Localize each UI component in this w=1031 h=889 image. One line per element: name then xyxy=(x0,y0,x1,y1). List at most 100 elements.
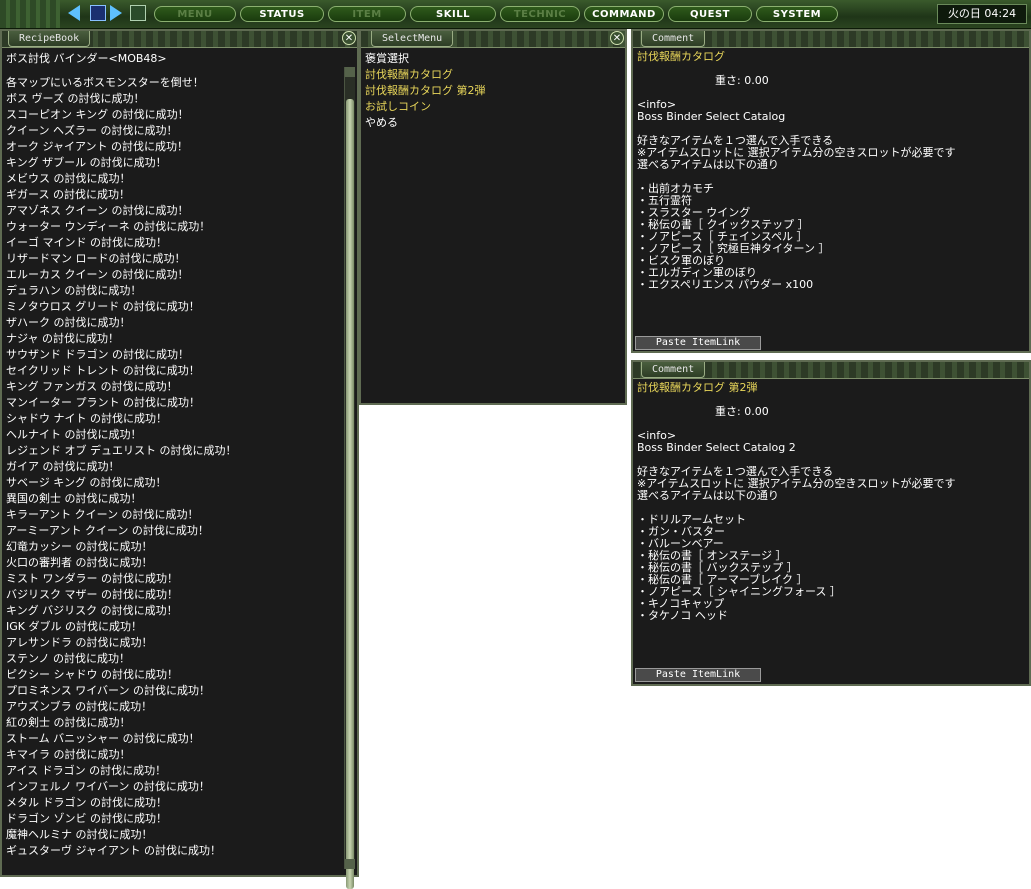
recipe-book-titlebar[interactable]: RecipeBook ✕ xyxy=(2,31,357,48)
skill-button[interactable]: SKILL xyxy=(410,6,496,22)
recipe-entry: マンイーター プラント の討伐に成功！ xyxy=(6,396,200,409)
recipe-entry: ナジャ の討伐に成功！ xyxy=(6,332,119,345)
recipe-book-window: RecipeBook ✕ ボス討伐 バインダー<MOB48> 各マップにいるボス… xyxy=(0,29,359,889)
select-menu-window: SelectMenu ✕ 褒賞選択 討伐報酬カタログ 討伐報酬カタログ 第2弾 お試… xyxy=(359,29,627,405)
select-options: 討伐報酬カタログ 討伐報酬カタログ 第2弾 お試しコイン やめる xyxy=(365,67,621,131)
description-line: 選べるアイテムは以下の通り xyxy=(637,489,779,502)
scroll-up-icon[interactable] xyxy=(345,67,355,77)
select-option[interactable]: 討伐報酬カタログ 第2弾 xyxy=(365,83,621,99)
item-subtitle: Boss Binder Select Catalog xyxy=(637,110,786,123)
item-choice-list: ・出前オカモチ ・五行霊符 ・スラスター ウイング ・秘伝の書［ クイックステップ ］… xyxy=(637,183,1025,291)
recipe-entry: キラーアント クイーン の討伐に成功！ xyxy=(6,508,199,521)
description-line: 選べるアイテムは以下の通り xyxy=(637,158,779,171)
menubar-decoration xyxy=(0,0,60,28)
arrow-left-icon[interactable] xyxy=(68,5,80,21)
recipe-entry: 紅の剣士 の討伐に成功！ xyxy=(6,716,131,729)
recipe-entry: ステンノ の討伐に成功！ xyxy=(6,652,130,665)
item-weight: 重さ: 0.00 xyxy=(715,74,769,87)
comment-2-titlebar[interactable]: Comment xyxy=(633,362,1029,379)
status-button[interactable]: STATUS xyxy=(240,6,324,22)
select-option[interactable]: お試しコイン xyxy=(365,99,621,115)
recipe-book-content: ボス討伐 バインダー<MOB48> 各マップにいるボスモンスターを倒せ！ ボス ヴ… xyxy=(6,51,353,871)
system-button[interactable]: SYSTEM xyxy=(756,6,838,22)
command-button[interactable]: COMMAND xyxy=(584,6,664,22)
recipe-entry: デュラハン の討伐に成功！ xyxy=(6,284,142,297)
recipe-entry: 各マップにいるボスモンスターを倒せ！ xyxy=(6,76,204,89)
recipe-entry: アレサンドラ の討伐に成功！ xyxy=(6,636,153,649)
comment-window-1: Comment 討伐報酬カタログ 重さ: 0.00 <info> Boss Bi… xyxy=(631,29,1031,353)
recipe-entry: クイーン ヘズラー の討伐に成功！ xyxy=(6,124,178,137)
paste-itemlink-button[interactable]: Paste ItemLink xyxy=(635,668,761,682)
recipe-book-tab: RecipeBook xyxy=(8,31,91,47)
recipe-entry: IGK ダブル の討伐に成功！ xyxy=(6,620,142,633)
recipe-entry: サベージ キング の討伐に成功！ xyxy=(6,476,167,489)
recipe-entry: ザハーク の討伐に成功！ xyxy=(6,316,131,329)
recipe-entry: ギュスターヴ ジャイアント の討伐に成功！ xyxy=(6,844,222,857)
item-button[interactable]: ITEM xyxy=(328,6,406,22)
recipe-entry: キング ファンガス の討伐に成功！ xyxy=(6,380,178,393)
recipe-entry: サウザンド ドラゴン の討伐に成功！ xyxy=(6,348,189,361)
comment-1-titlebar[interactable]: Comment xyxy=(633,31,1029,48)
recipe-entry: 火口の審判者 の討伐に成功！ xyxy=(6,556,153,569)
recipe-entry: ギガース の討伐に成功！ xyxy=(6,188,130,201)
recipe-entry: リザードマン ロードの討伐に成功！ xyxy=(6,252,186,265)
recipe-entry: シャドウ ナイト の討伐に成功！ xyxy=(6,412,167,425)
recipe-entry: メタル ドラゴン の討伐に成功！ xyxy=(6,796,167,809)
select-menu-content: 褒賞選択 討伐報酬カタログ 討伐報酬カタログ 第2弾 お試しコイン やめる xyxy=(365,51,621,399)
comment-1-content: 討伐報酬カタログ 重さ: 0.00 <info> Boss Binder Sel… xyxy=(637,51,1025,347)
recipe-scrollbar[interactable] xyxy=(344,67,355,889)
recipe-entry: インフェルノ ワイバーン の討伐に成功！ xyxy=(6,780,210,793)
recipe-entry: セイクリッド トレント の討伐に成功！ xyxy=(6,364,200,377)
select-option[interactable]: やめる xyxy=(365,115,621,131)
technic-button[interactable]: TECHNIC xyxy=(500,6,580,22)
recipe-entry: プロミネンス ワイバーン の討伐に成功！ xyxy=(6,684,211,697)
scroll-thumb[interactable] xyxy=(346,99,354,889)
recipe-entry: オーク ジャイアント の討伐に成功！ xyxy=(6,140,189,153)
item-subtitle: Boss Binder Select Catalog 2 xyxy=(637,441,796,454)
select-menu-titlebar[interactable]: SelectMenu ✕ xyxy=(361,31,625,48)
recipe-entry: アマゾネス クイーン の討伐に成功！ xyxy=(6,204,189,217)
menu-button[interactable]: MENU xyxy=(154,6,236,22)
item-description: 好きなアイテムを１つ選んで入手できる ※アイテムスロットに 選択アイテム分の空きス… xyxy=(637,135,1025,171)
comment-2-content: 討伐報酬カタログ 第2弾 重さ: 0.00 <info> Boss Binder… xyxy=(637,382,1025,680)
arrow-right-icon[interactable] xyxy=(110,5,122,21)
comment-1-tab: Comment xyxy=(641,31,706,47)
top-menu-bar: MENU STATUS ITEM SKILL TECHNIC COMMAND Q… xyxy=(0,0,1031,29)
recipe-entry: ボス ヴーズ の討伐に成功！ xyxy=(6,92,145,105)
recipe-entry: エルーカス クイーン の討伐に成功！ xyxy=(6,268,189,281)
close-icon[interactable]: ✕ xyxy=(342,31,356,45)
recipe-title: ボス討伐 バインダー<MOB48> xyxy=(6,52,167,65)
recipe-entry: ヘルナイト の討伐に成功！ xyxy=(6,428,142,441)
item-choice: ・タケノコ ヘッド xyxy=(637,609,728,622)
item-name: 討伐報酬カタログ 第2弾 xyxy=(637,382,758,394)
recipe-entry: ドラゴン ゾンビ の討伐に成功！ xyxy=(6,812,167,825)
item-weight: 重さ: 0.00 xyxy=(715,405,769,418)
select-menu-tab: SelectMenu xyxy=(371,31,454,47)
recipe-entry: ウォーター ウンディーネ の討伐に成功！ xyxy=(6,220,211,233)
window-icon[interactable] xyxy=(90,5,106,21)
recipe-entry: ガイア の討伐に成功！ xyxy=(6,460,120,473)
game-clock: 火の日 04:24 xyxy=(937,4,1027,24)
recipe-entry: キング バジリスク の討伐に成功！ xyxy=(6,604,178,617)
recipe-entry: メビウス の討伐に成功！ xyxy=(6,172,131,185)
quest-button[interactable]: QUEST xyxy=(668,6,752,22)
recipe-entry: 幻竜カッシー の討伐に成功！ xyxy=(6,540,153,553)
toggle-icon[interactable] xyxy=(130,5,146,21)
close-icon[interactable]: ✕ xyxy=(610,31,624,45)
select-option[interactable]: 討伐報酬カタログ xyxy=(365,67,621,83)
recipe-entry: イーゴ マインド の討伐に成功！ xyxy=(6,236,167,249)
recipe-entry: スコーピオン キング の討伐に成功！ xyxy=(6,108,189,121)
recipe-entry: ピクシー シャドウ の討伐に成功！ xyxy=(6,668,178,681)
select-menu-header: 褒賞選択 xyxy=(365,52,409,65)
recipe-entry: アーミーアント クイーン の討伐に成功！ xyxy=(6,524,209,537)
recipe-list: 各マップにいるボスモンスターを倒せ！ ボス ヴーズ の討伐に成功！ スコーピオン キ… xyxy=(6,75,353,859)
paste-itemlink-button[interactable]: Paste ItemLink xyxy=(635,336,761,350)
item-choice: ・エクスペリエンス パウダー x100 xyxy=(637,278,814,291)
scroll-down-icon[interactable] xyxy=(345,859,355,869)
recipe-entry: 魔神ヘルミナ の討伐に成功！ xyxy=(6,828,153,841)
recipe-entry: バジリスク マザー の討伐に成功！ xyxy=(6,588,178,601)
item-name: 討伐報酬カタログ xyxy=(637,51,725,63)
item-choice-list: ・ドリルアームセット ・ガン・バスター ・バルーンベアー ・秘伝の書［ オンステージ … xyxy=(637,514,1025,622)
recipe-entry: ミノタウロス グリード の討伐に成功！ xyxy=(6,300,200,313)
recipe-entry: ストーム バニッシャー の討伐に成功！ xyxy=(6,732,200,745)
